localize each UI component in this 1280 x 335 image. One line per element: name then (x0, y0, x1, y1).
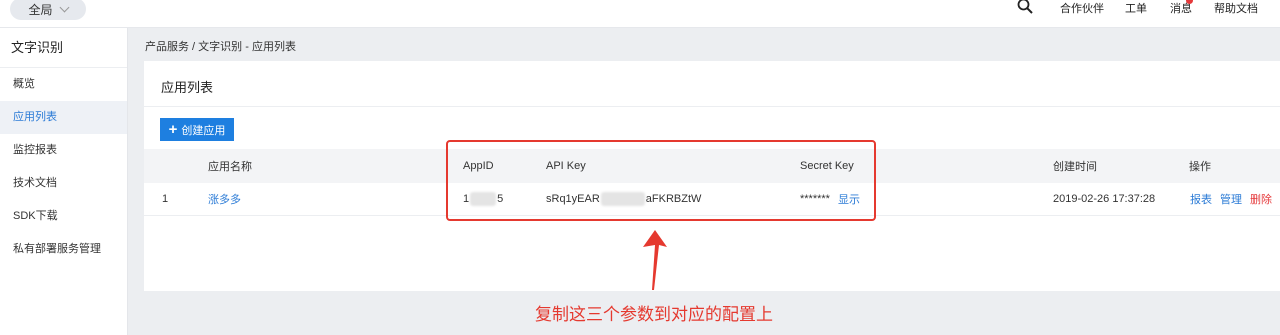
sidebar-item-overview[interactable]: 概览 (0, 68, 127, 101)
sidebar-title: 文字识别 (0, 28, 127, 68)
row-index: 1 (162, 193, 169, 205)
annotation-highlight-box (446, 140, 876, 221)
sidebar-item-tech-docs[interactable]: 技术文档 (0, 167, 127, 200)
breadcrumb: 产品服务 / 文字识别 - 应用列表 (145, 41, 296, 53)
up-arrow-icon (643, 230, 667, 290)
search-icon[interactable] (1017, 0, 1033, 14)
created-time: 2019-02-26 17:37:28 (1053, 193, 1156, 205)
scope-label: 全局 (28, 2, 53, 17)
sidebar-item-private-deploy[interactable]: 私有部署服务管理 (0, 233, 127, 266)
col-app-name: 应用名称 (208, 161, 252, 173)
manage-link[interactable]: 管理 (1220, 191, 1242, 207)
nav-partners[interactable]: 合作伙伴 (1060, 0, 1104, 16)
create-app-button[interactable]: + 创建应用 (160, 118, 234, 141)
sidebar-item-monitor-report[interactable]: 监控报表 (0, 134, 127, 167)
report-link[interactable]: 报表 (1190, 191, 1212, 207)
annotation-text: 复制这三个参数到对应的配置上 (535, 305, 773, 324)
sidebar: 文字识别 概览 应用列表 监控报表 技术文档 SDK下载 私有部署服务管理 (0, 28, 128, 335)
row-actions: 报表 管理 删除 (1190, 183, 1272, 215)
create-app-label: 创建应用 (181, 124, 226, 137)
top-bar: 全局 合作伙伴 工单 消息 帮助文档 (0, 0, 1280, 28)
delete-link[interactable]: 删除 (1250, 191, 1272, 207)
plus-icon: + (168, 121, 178, 138)
col-created: 创建时间 (1053, 161, 1097, 173)
app-name-link[interactable]: 涨多多 (208, 183, 241, 215)
nav-tickets[interactable]: 工单 (1125, 0, 1147, 16)
scope-selector[interactable]: 全局 (10, 0, 86, 20)
page-title: 应用列表 (161, 80, 214, 95)
sidebar-item-app-list[interactable]: 应用列表 (0, 101, 127, 134)
sidebar-item-sdk-download[interactable]: SDK下载 (0, 200, 127, 233)
col-actions: 操作 (1189, 161, 1211, 173)
divider (144, 106, 1280, 107)
nav-help-docs[interactable]: 帮助文档 (1214, 0, 1258, 16)
chevron-down-icon (59, 2, 69, 12)
